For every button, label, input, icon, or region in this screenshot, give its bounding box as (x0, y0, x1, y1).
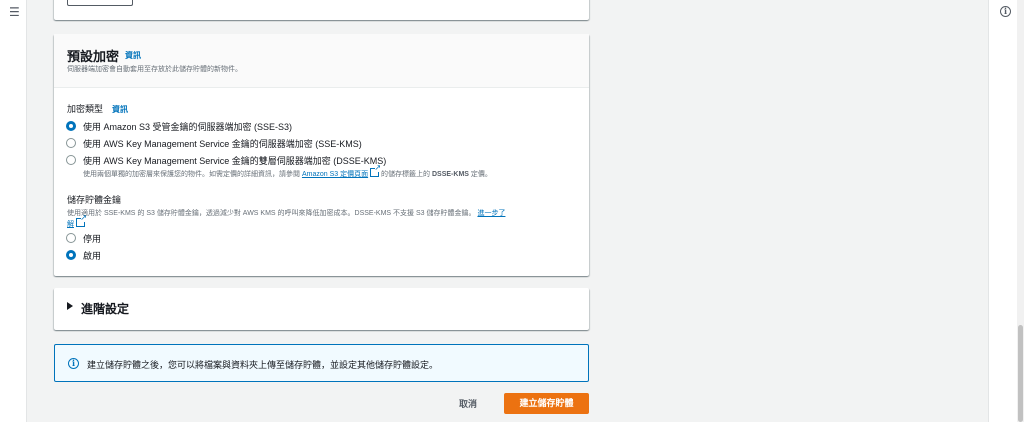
encryption-type-info-link[interactable]: 資訊 (112, 104, 128, 115)
previous-section-card (54, 0, 589, 20)
bucket-key-description: 使用適用於 SSE-KMS 的 S3 儲存貯體金鑰，透過減少對 AWS KMS … (67, 208, 505, 218)
radio-button[interactable] (66, 233, 76, 243)
info-link[interactable]: 資訊 (125, 50, 141, 61)
default-encryption-panel: 預設加密 資訊 伺服器端加密會自動套用至存放於此儲存貯體的新物件。 加密類型 資… (54, 34, 589, 276)
bucket-key-description-cont: 解 (67, 213, 87, 229)
scrollbar[interactable] (1017, 0, 1024, 422)
create-bucket-button[interactable]: 建立儲存貯體 (504, 393, 589, 414)
partial-button[interactable] (67, 0, 133, 6)
radio-button[interactable] (66, 155, 76, 165)
bucket-key-desc-text: 使用適用於 SSE-KMS 的 S3 儲存貯體金鑰，透過減少對 AWS KMS … (67, 210, 476, 217)
alert-text: 建立儲存貯體之後，您可以將檔案與資料夾上傳至儲存貯體，並設定其他儲存貯體設定。 (87, 360, 439, 370)
radio-label: 停用 (83, 234, 102, 244)
dsse-description: 使用兩個單獨的加密層來保護您的物件。如需定價的詳細資訊，請參閱 Amazon S… (83, 163, 492, 179)
info-icon: i (68, 358, 79, 369)
bucket-key-label: 儲存貯體金鑰 (67, 195, 122, 205)
learn-more-link-cont[interactable]: 解 (67, 221, 74, 228)
dsse-note-strong: DSSE-KMS (432, 171, 469, 178)
radio-label: 使用 AWS Key Management Service 金鑰的伺服器端加密 … (83, 139, 362, 149)
info-alert: i 建立儲存貯體之後，您可以將檔案與資料夾上傳至儲存貯體，並設定其他儲存貯體設定… (54, 344, 589, 382)
advanced-settings-panel[interactable]: 進階設定 (54, 288, 589, 330)
panel-title: 預設加密 (67, 49, 120, 64)
radio-label: 使用 Amazon S3 受管金鑰的伺服器端加密 (SSE-S3) (83, 122, 293, 132)
external-link-icon (76, 213, 87, 227)
pricing-page-link[interactable]: Amazon S3 定價頁面 (302, 171, 368, 178)
learn-more-link[interactable]: 進一步了 (477, 210, 505, 217)
radio-button[interactable] (66, 138, 76, 148)
encryption-type-label: 加密類型 (67, 104, 104, 114)
radio-label: 使用 AWS Key Management Service 金鑰的雙層伺服器端加… (83, 156, 387, 166)
radio-label: 啟用 (83, 251, 102, 261)
caret-right-icon[interactable] (67, 302, 73, 310)
scrollbar-thumb[interactable] (1018, 325, 1023, 422)
dsse-note-text: 定價。 (470, 171, 492, 178)
cancel-button[interactable]: 取消 (459, 397, 477, 410)
info-icon[interactable]: i (1000, 6, 1011, 17)
radio-button-checked[interactable] (66, 121, 76, 131)
dsse-note-text: 的儲存標籤上的 (381, 171, 431, 178)
left-navigation-rail: ☰ (0, 0, 27, 422)
external-link-icon (370, 163, 381, 177)
radio-button-checked[interactable] (66, 250, 76, 260)
panel-description: 伺服器端加密會自動套用至存放於此儲存貯體的新物件。 (67, 66, 242, 73)
dsse-note-text: 使用兩個單獨的加密層來保護您的物件。如需定價的詳細資訊，請參閱 (83, 171, 300, 178)
advanced-settings-label[interactable]: 進階設定 (81, 300, 129, 317)
panel-header: 預設加密 資訊 伺服器端加密會自動套用至存放於此儲存貯體的新物件。 (54, 34, 589, 88)
hamburger-icon[interactable]: ☰ (9, 6, 20, 18)
